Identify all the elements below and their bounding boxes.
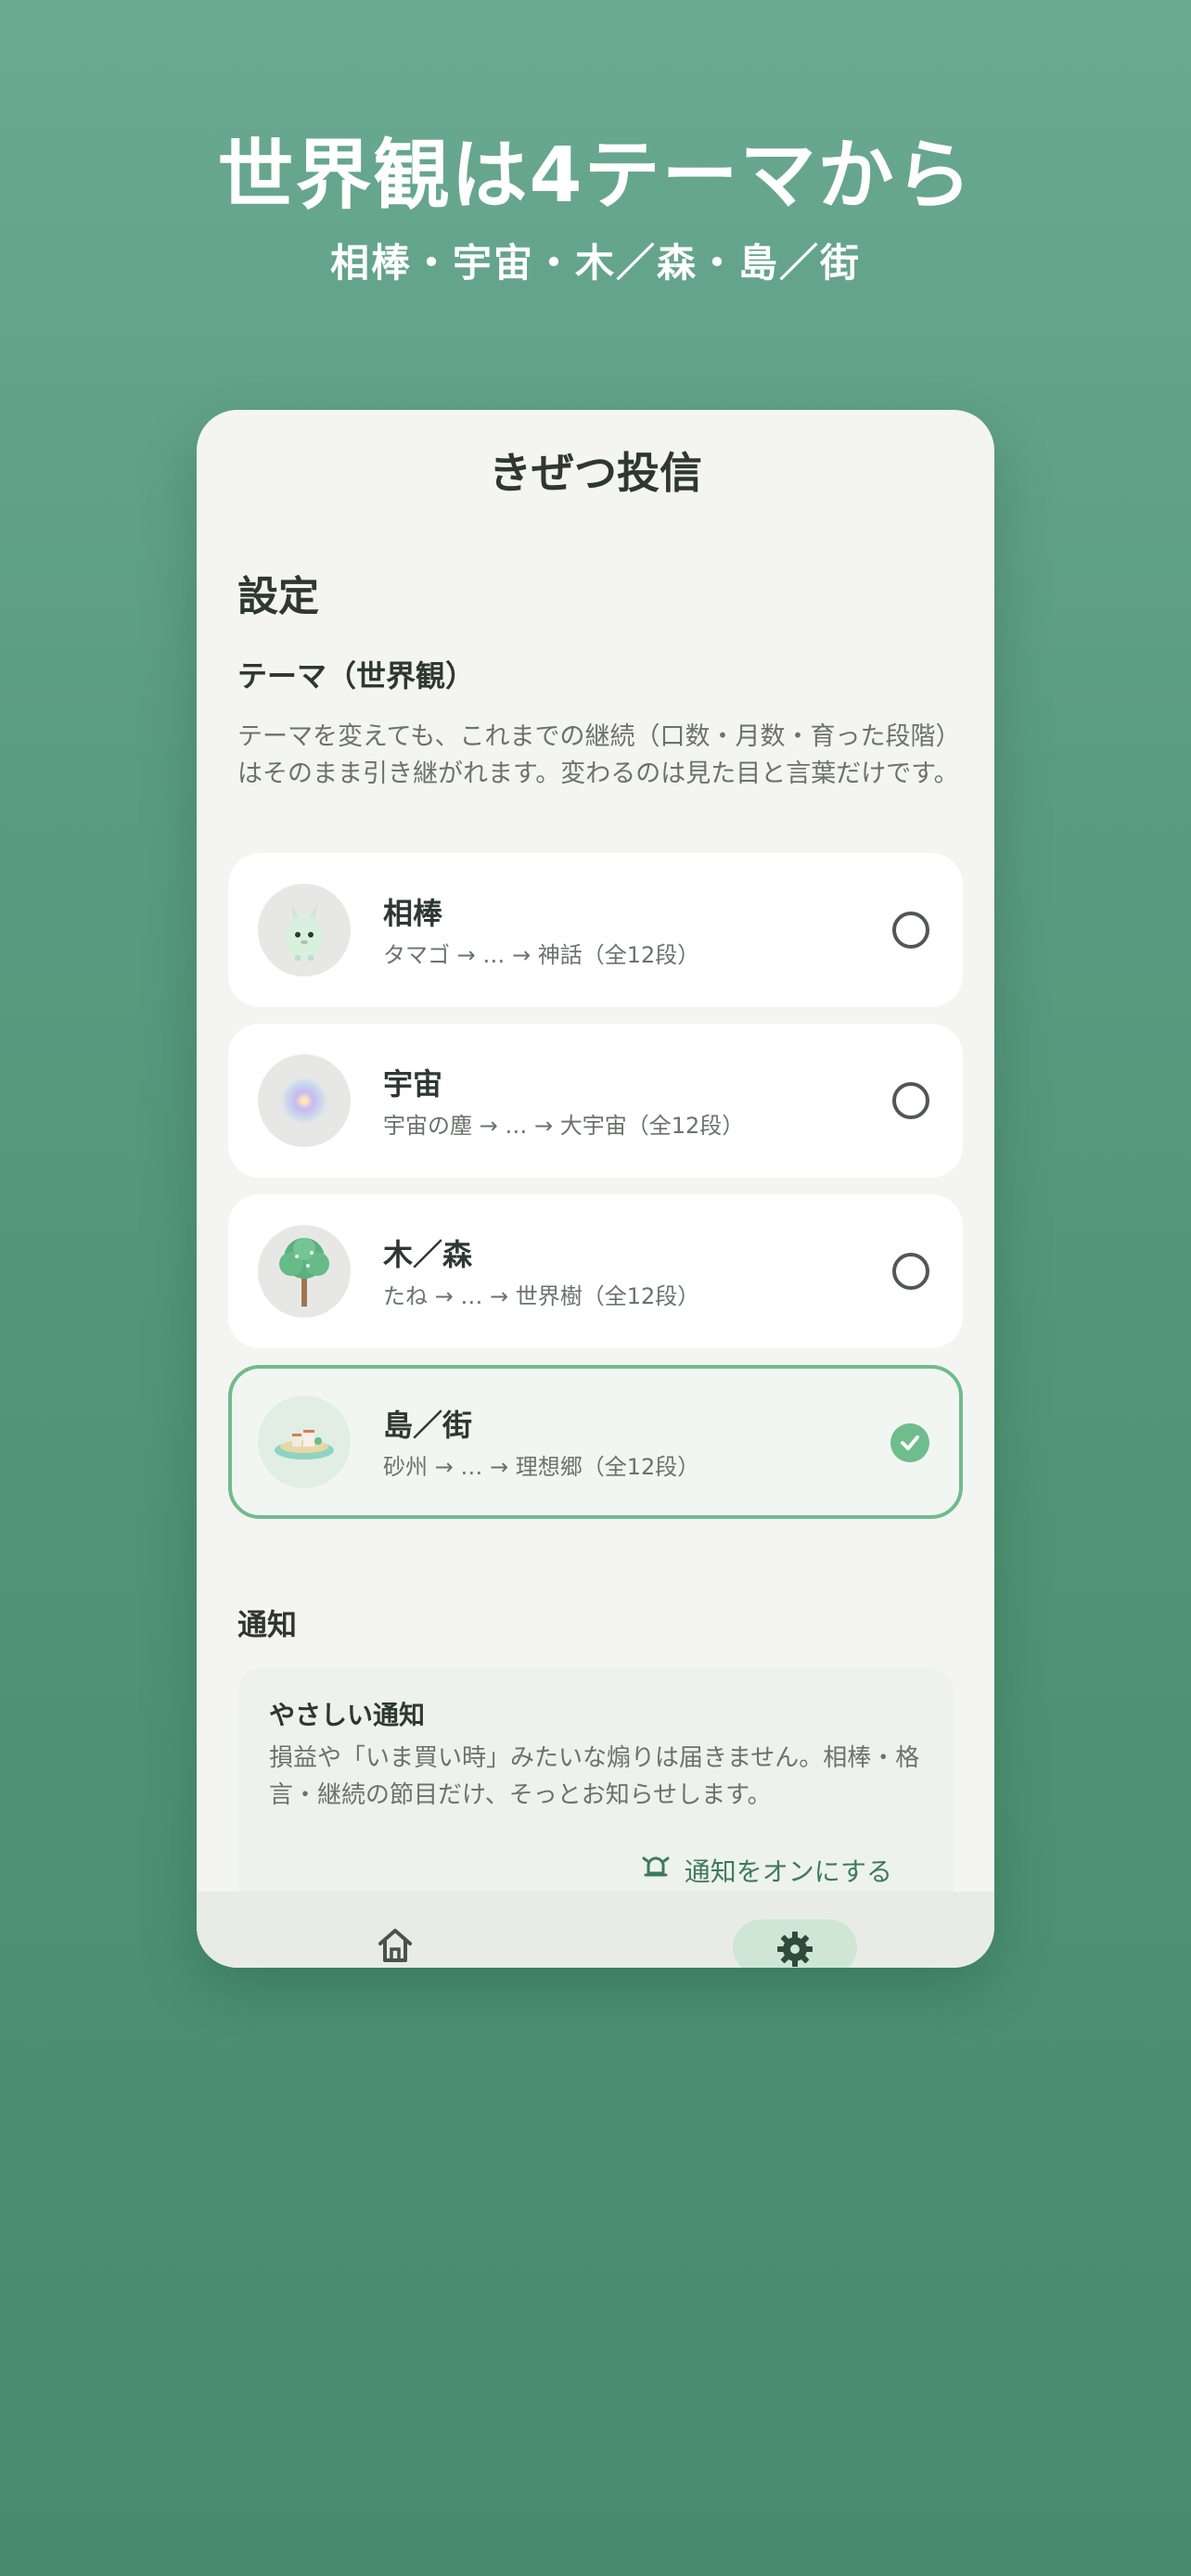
galaxy-icon <box>258 1054 351 1147</box>
theme-stages: 砂州 → … → 理想郷（全12段） <box>383 1454 700 1480</box>
radio-unselected[interactable] <box>892 1253 929 1290</box>
hero-subtitle: 相棒・宇宙・木／森・島／街 <box>329 240 861 286</box>
theme-name: 島／街 <box>383 1408 473 1443</box>
nav-settings-active[interactable] <box>733 1919 857 1968</box>
bottom-navigation <box>197 1892 994 1968</box>
notification-section-heading: 通知 <box>237 1607 298 1642</box>
theme-option-tree[interactable]: 木／森 たね → … → 世界樹（全12段） <box>228 1194 963 1348</box>
notification-title: やさしい通知 <box>269 1700 426 1730</box>
hero-title: 世界観は4テーマから <box>217 132 974 220</box>
theme-stages: タマゴ → … → 神話（全12段） <box>383 942 700 968</box>
theme-option-companion[interactable]: 相棒 タマゴ → … → 神話（全12段） <box>228 853 963 1007</box>
theme-option-space[interactable]: 宇宙 宇宙の塵 → … → 大宇宙（全12段） <box>228 1024 963 1178</box>
theme-section-heading: テーマ（世界観） <box>237 658 476 694</box>
theme-description: テーマを変えても、これまでの継続（口数・月数・育った段階）はそのまま引き継がれま… <box>237 722 961 788</box>
app-screen: きぜつ投信 設定 テーマ（世界観） テーマを変えても、これまでの継続（口数・月数… <box>197 410 994 1968</box>
tree-icon <box>258 1225 351 1318</box>
theme-stages: たね → … → 世界樹（全12段） <box>383 1283 700 1309</box>
hero-banner: 世界観は4テーマから 相棒・宇宙・木／森・島／街 <box>0 130 1191 288</box>
theme-option-island[interactable]: 島／街 砂州 → … → 理想郷（全12段） <box>228 1365 963 1519</box>
radio-unselected[interactable] <box>892 912 929 949</box>
gear-icon <box>775 1929 815 1968</box>
theme-stages: 宇宙の塵 → … → 大宇宙（全12段） <box>383 1113 745 1139</box>
alarm-bell-icon <box>640 1851 672 1889</box>
enable-notification-label: 通知をオンにする <box>684 1855 892 1887</box>
page-title: 設定 <box>237 573 319 620</box>
theme-name: 木／森 <box>383 1237 473 1272</box>
theme-name: 相棒 <box>383 896 443 931</box>
home-icon[interactable] <box>375 1925 416 1966</box>
notification-body: 損益や「いま買い時」みたいな煽りは届きません。相棒・格言・継続の節目だけ、そっと… <box>269 1744 920 1809</box>
theme-name: 宇宙 <box>383 1066 443 1102</box>
check-icon[interactable] <box>890 1423 929 1462</box>
enable-notification-button[interactable]: 通知をオンにする <box>640 1851 892 1889</box>
companion-creature-icon <box>258 884 351 976</box>
island-town-icon <box>258 1396 351 1488</box>
radio-unselected[interactable] <box>892 1082 929 1119</box>
app-title: きぜつ投信 <box>489 448 702 498</box>
